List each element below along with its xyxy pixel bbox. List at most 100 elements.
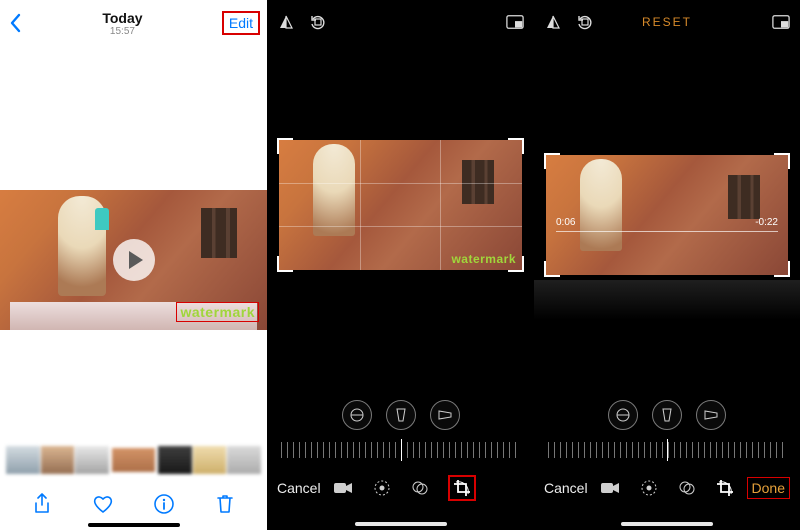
trash-icon (215, 493, 235, 515)
video-time-row: 0:06 -0:22 (556, 217, 778, 228)
video-preview[interactable]: watermark (0, 190, 267, 330)
thumb[interactable] (41, 446, 75, 474)
rotate-button[interactable] (309, 13, 327, 31)
time-elapsed: 0:06 (556, 217, 575, 228)
aspect-ratio-button[interactable] (506, 13, 524, 31)
crop-grid (279, 140, 522, 270)
bottom-toolbar (0, 492, 267, 516)
heart-icon (92, 494, 114, 514)
crop-mode-button[interactable] (716, 479, 734, 497)
crop-frame[interactable]: 0:06 -0:22 (546, 155, 788, 275)
flip-vertical-icon (277, 13, 295, 31)
info-icon (153, 493, 175, 515)
crop-handle-br[interactable] (774, 261, 790, 277)
straighten-button[interactable] (342, 400, 372, 430)
reflection (534, 280, 800, 320)
nav-title: Today (22, 10, 223, 26)
angle-slider[interactable] (548, 442, 786, 458)
edit-button[interactable]: Edit (223, 12, 259, 34)
video-icon (333, 481, 353, 495)
nav-subtitle: 15:57 (22, 26, 223, 37)
editor-top-bar: RESET (544, 10, 790, 34)
adjust-mode-button[interactable] (640, 479, 658, 497)
crop-mode-button[interactable] (449, 476, 475, 500)
thumb[interactable] (75, 446, 109, 474)
nav-title-group: Today 15:57 (22, 10, 223, 37)
home-indicator[interactable] (355, 522, 447, 526)
reset-button[interactable]: RESET (544, 15, 790, 29)
video-icon (600, 481, 620, 495)
crop-editor-panel: watermark Cancel (267, 0, 534, 530)
crop-editor-done-panel: RESET 0:06 -0:22 Cancel Done (534, 0, 800, 530)
filters-mode-button[interactable] (678, 479, 696, 497)
adjust-mode-button[interactable] (373, 479, 391, 497)
vertical-perspective-button[interactable] (652, 400, 682, 430)
share-icon (32, 493, 52, 515)
cancel-button[interactable]: Cancel (544, 480, 588, 496)
home-indicator[interactable] (88, 523, 180, 527)
vertical-perspective-icon (659, 407, 675, 423)
adjust-icon (373, 479, 391, 497)
crop-handle-bl[interactable] (544, 261, 560, 277)
geometry-adjust-row (534, 400, 800, 430)
geometry-adjust-row (267, 400, 534, 430)
crop-icon (716, 479, 734, 497)
favorite-button[interactable] (91, 492, 115, 516)
editor-top-bar (277, 10, 524, 34)
thumb[interactable] (158, 446, 192, 474)
back-button[interactable] (8, 13, 22, 33)
aspect-ratio-icon (506, 14, 524, 30)
vertical-perspective-icon (393, 407, 409, 423)
crop-icon (453, 479, 471, 497)
video-mode-button[interactable] (600, 481, 620, 495)
straighten-button[interactable] (608, 400, 638, 430)
filters-icon (411, 479, 429, 497)
nav-bar: Today 15:57 Edit (0, 0, 267, 44)
time-remaining: -0:22 (755, 217, 778, 228)
rotate-icon (309, 13, 327, 31)
crop-frame[interactable]: watermark (279, 140, 522, 270)
watermark-label: watermark (176, 302, 259, 322)
straighten-icon (615, 407, 631, 423)
vertical-perspective-button[interactable] (386, 400, 416, 430)
flip-vertical-button[interactable] (277, 13, 295, 31)
crop-photo (546, 155, 788, 275)
angle-slider[interactable] (281, 442, 520, 458)
chevron-left-icon (8, 13, 22, 33)
done-button[interactable]: Done (747, 477, 790, 499)
straighten-icon (349, 407, 365, 423)
edit-mode-tabs (600, 479, 734, 497)
crop-handle-tr[interactable] (508, 138, 524, 154)
editor-bottom-bar: Cancel Done (534, 472, 800, 504)
share-button[interactable] (30, 492, 54, 516)
play-button[interactable] (113, 239, 155, 281)
horizontal-perspective-button[interactable] (696, 400, 726, 430)
video-mode-button[interactable] (333, 481, 353, 495)
thumb[interactable] (193, 446, 227, 474)
crop-handle-tl[interactable] (544, 153, 560, 169)
horizontal-perspective-icon (437, 407, 453, 423)
editor-bottom-bar: Cancel (267, 472, 534, 504)
cancel-button[interactable]: Cancel (277, 480, 321, 496)
filters-icon (678, 479, 696, 497)
horizontal-perspective-button[interactable] (430, 400, 460, 430)
horizontal-perspective-icon (703, 407, 719, 423)
photos-viewer-panel: Today 15:57 Edit watermark (0, 0, 267, 530)
info-button[interactable] (152, 492, 176, 516)
home-indicator[interactable] (621, 522, 713, 526)
thumb[interactable] (227, 446, 261, 474)
thumbnail-scrubber[interactable] (6, 446, 261, 474)
edit-mode-tabs (333, 476, 475, 500)
scene-lamp (95, 208, 109, 230)
filters-mode-button[interactable] (411, 479, 429, 497)
video-scrubber[interactable] (556, 231, 778, 232)
scene-window (201, 208, 237, 258)
crop-handle-tr[interactable] (774, 153, 790, 169)
watermark-label: watermark (451, 252, 516, 266)
crop-handle-tl[interactable] (277, 138, 293, 154)
crop-handle-bl[interactable] (277, 256, 293, 272)
thumb[interactable] (6, 446, 40, 474)
trash-button[interactable] (213, 492, 237, 516)
thumb-current[interactable] (110, 446, 157, 474)
adjust-icon (640, 479, 658, 497)
